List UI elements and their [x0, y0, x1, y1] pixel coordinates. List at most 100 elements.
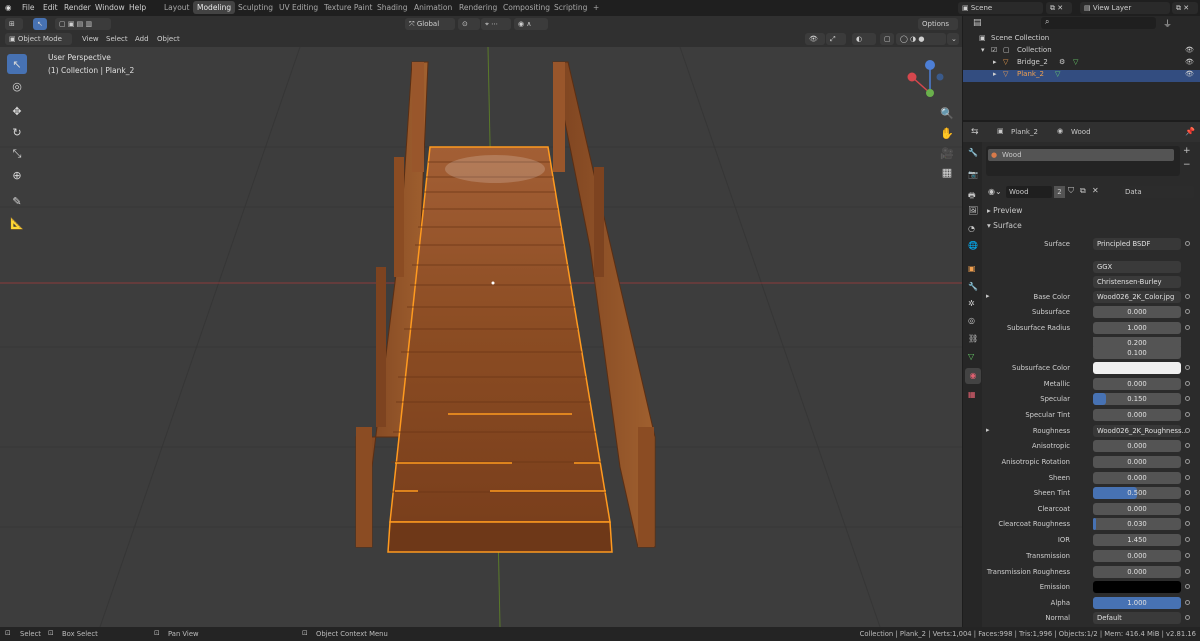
scale-tool-icon[interactable]: ⤡ [7, 144, 27, 164]
add-slot-button[interactable]: + [1183, 146, 1191, 156]
tab-layout[interactable]: Layout [161, 3, 193, 12]
property-field[interactable]: 1.450 [1093, 534, 1181, 546]
property-field[interactable] [1093, 581, 1181, 593]
property-field[interactable]: 1.000 [1093, 322, 1181, 334]
tool-tab-icon[interactable]: 🔧 [968, 148, 978, 157]
expand-icon[interactable]: ▸ [993, 70, 997, 78]
property-field[interactable]: 0.000 [1093, 306, 1181, 318]
property-field[interactable]: 0.000 [1093, 378, 1181, 390]
menu-view[interactable]: View [78, 33, 103, 45]
object-tab-icon[interactable]: ▣ [968, 264, 976, 273]
pivot-icon[interactable]: ⊙ [458, 18, 480, 30]
shading-options-icon[interactable]: ⌄ [947, 33, 959, 45]
select-tool-icon[interactable]: ↖ [33, 18, 47, 30]
scene-selector[interactable]: ▣ Scene [958, 2, 1043, 14]
shading-mode-icons[interactable]: ◯ ◑ ● [896, 33, 946, 45]
new-scene-button[interactable]: ⧉ ✕ [1046, 2, 1072, 14]
property-field[interactable]: 0.000 [1093, 503, 1181, 515]
checkbox-icon[interactable]: ☑ [991, 46, 997, 54]
material-tab-icon[interactable]: ◉ [965, 368, 981, 384]
move-tool-icon[interactable]: ✥ [7, 101, 27, 121]
keyframe-dot-icon[interactable] [1185, 309, 1190, 314]
blender-logo-icon[interactable]: ◉ [5, 3, 12, 12]
keyframe-dot-icon[interactable] [1185, 521, 1190, 526]
menu-select[interactable]: Select [102, 33, 132, 45]
pan-hand-icon[interactable]: ✋ [937, 123, 957, 143]
selection-mode-icons[interactable]: ▢ ▣ ▤ ▥ [55, 18, 111, 30]
keyframe-dot-icon[interactable] [1185, 475, 1190, 480]
tree-row-bridge[interactable]: ▸ ▽ Bridge_2 ⚙ ▽ 👁 [963, 58, 1200, 70]
overlay-icon[interactable]: ◐ [852, 33, 876, 45]
keyframe-dot-icon[interactable] [1185, 584, 1190, 589]
zoom-icon[interactable]: 🔍 [937, 103, 957, 123]
property-field[interactable]: 0.000 [1093, 456, 1181, 468]
outliner-search-input[interactable]: ⌕ [1041, 17, 1156, 29]
tab-compositing[interactable]: Compositing [500, 3, 553, 12]
tree-row-plank[interactable]: ▸ ▽ Plank_2 ▽ 👁 [963, 70, 1200, 82]
keyframe-dot-icon[interactable] [1185, 396, 1190, 401]
rotate-tool-icon[interactable]: ↻ [7, 122, 27, 142]
property-field[interactable]: GGX [1093, 261, 1181, 273]
keyframe-dot-icon[interactable] [1185, 553, 1190, 558]
world-tab-icon[interactable]: 🌐 [968, 241, 978, 250]
material-name-field[interactable]: Wood [1006, 186, 1052, 198]
pin-icon[interactable]: 📌 [1185, 127, 1195, 136]
constraints-tab-icon[interactable]: ⛓ [968, 334, 978, 343]
annotate-tool-icon[interactable]: ✎ [7, 191, 27, 211]
fake-user-icon[interactable]: ⛉ [1068, 186, 1074, 196]
property-field[interactable]: 1.000 [1093, 597, 1181, 609]
menu-render[interactable]: Render [64, 3, 91, 12]
keyframe-dot-icon[interactable] [1185, 365, 1190, 370]
tab-rendering[interactable]: Rendering [456, 3, 500, 12]
modifier-tab-icon[interactable]: 🔧 [968, 282, 978, 291]
proportional-edit-icon[interactable]: ◉ ∧ [514, 18, 548, 30]
keyframe-dot-icon[interactable] [1185, 615, 1190, 620]
xray-icon[interactable]: ▢ [880, 33, 894, 45]
keyframe-dot-icon[interactable] [1185, 241, 1190, 246]
property-field[interactable]: Principled BSDF [1093, 238, 1181, 250]
select-box-tool-icon[interactable]: ↖ [7, 54, 27, 74]
view-layer-selector[interactable]: ▤ View Layer [1080, 2, 1170, 14]
unlink-icon[interactable]: ✕ [1092, 186, 1099, 195]
new-view-layer-button[interactable]: ⧉ ✕ [1172, 2, 1198, 14]
tree-row-collection[interactable]: ▾ ☑ ▢ Collection 👁 [963, 46, 1200, 58]
3d-viewport[interactable]: User Perspective (1) Collection | Plank_… [0, 47, 962, 627]
menu-object[interactable]: Object [153, 33, 184, 45]
remove-slot-button[interactable]: − [1183, 160, 1191, 170]
menu-window[interactable]: Window [95, 3, 125, 12]
filter-icon[interactable]: ⏚ [1163, 17, 1172, 30]
options-dropdown[interactable]: Options [918, 18, 958, 30]
property-field[interactable]: 0.100 [1093, 347, 1181, 359]
keyframe-dot-icon[interactable] [1185, 569, 1190, 574]
transform-tool-icon[interactable]: ⊕ [7, 165, 27, 185]
tab-animation[interactable]: Animation [411, 3, 455, 12]
keyframe-dot-icon[interactable] [1185, 537, 1190, 542]
property-field[interactable]: 0.000 [1093, 440, 1181, 452]
view-layer-tab-icon[interactable]: 🖼 [968, 206, 978, 215]
eye-icon[interactable]: 👁 [1185, 46, 1194, 54]
tree-row-scene-collection[interactable]: ▣ Scene Collection [963, 34, 1200, 46]
eye-icon[interactable]: 👁 [1185, 58, 1194, 66]
scene-tab-icon[interactable]: ◔ [968, 224, 975, 233]
property-field[interactable] [1093, 362, 1181, 374]
mode-dropdown[interactable]: ▣ Object Mode [5, 33, 72, 45]
tab-sculpting[interactable]: Sculpting [235, 3, 276, 12]
output-tab-icon[interactable]: 🖶 [968, 190, 976, 204]
tab-texture-paint[interactable]: Texture Paint [321, 3, 375, 12]
property-field[interactable]: Wood026_2K_Roughness... [1093, 425, 1188, 437]
property-field[interactable]: 0.030 [1093, 518, 1181, 530]
editor-type-icon[interactable]: ⊞ [5, 18, 23, 30]
orientation-dropdown[interactable]: ⤧ Global [405, 18, 455, 30]
camera-icon[interactable]: 🎥 [937, 143, 957, 163]
keyframe-dot-icon[interactable] [1185, 600, 1190, 605]
property-field[interactable]: Default [1093, 612, 1181, 624]
3d-cursor-icon[interactable] [491, 281, 495, 285]
add-workspace-button[interactable]: + [590, 3, 602, 12]
gizmo-icon[interactable]: ⤢ [826, 33, 846, 45]
outliner-type-icon[interactable]: ▤ [973, 18, 982, 28]
material-slot-item[interactable]: ● Wood [988, 149, 1174, 161]
snap-icon[interactable]: ⌖ ⋯ [481, 18, 511, 30]
property-field[interactable]: 0.000 [1093, 472, 1181, 484]
property-field[interactable]: 0.000 [1093, 566, 1181, 578]
keyframe-dot-icon[interactable] [1185, 506, 1190, 511]
